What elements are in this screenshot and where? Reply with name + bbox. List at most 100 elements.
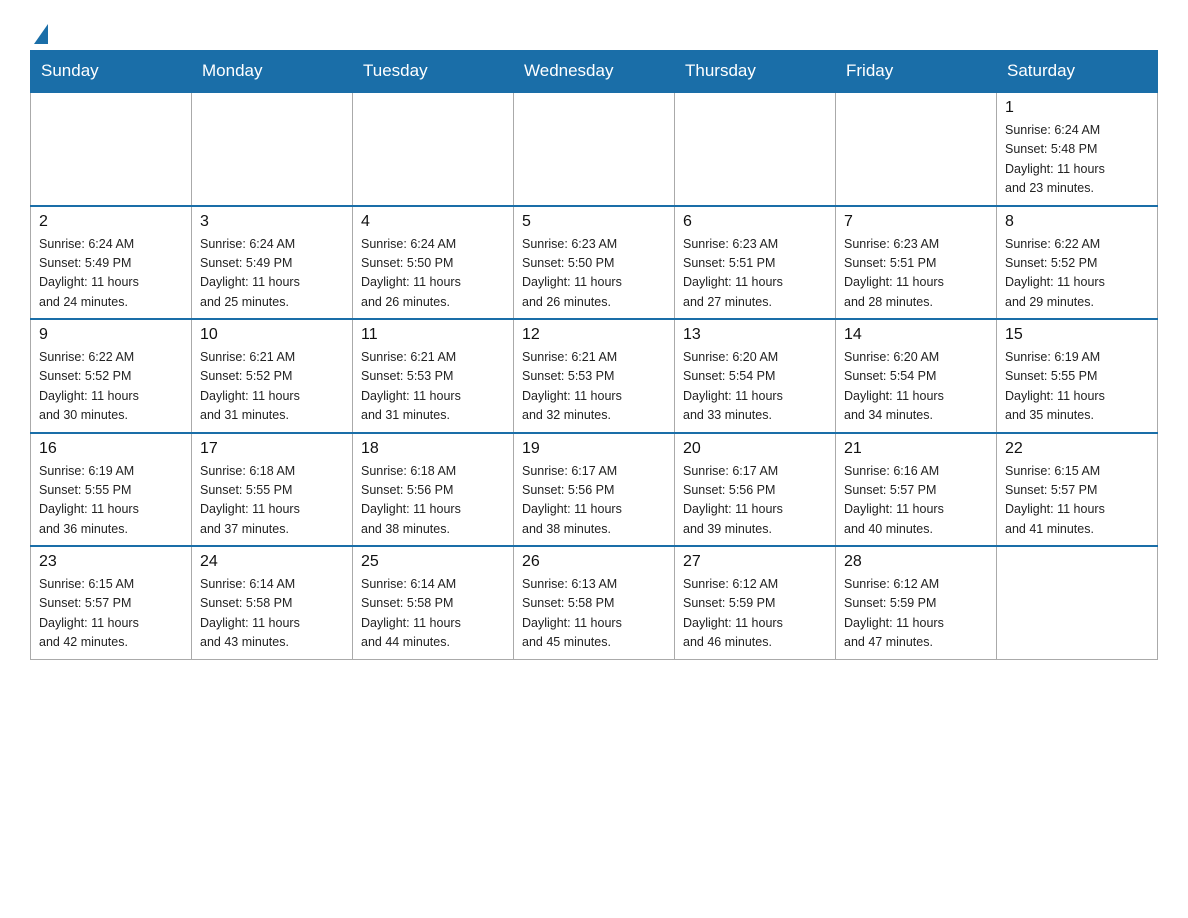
- header: [30, 24, 1158, 40]
- day-info: Sunrise: 6:20 AM Sunset: 5:54 PM Dayligh…: [683, 348, 827, 426]
- calendar-cell: [31, 92, 192, 206]
- day-number: 1: [1005, 99, 1149, 117]
- day-number: 27: [683, 553, 827, 571]
- day-number: 3: [200, 213, 344, 231]
- calendar-cell: 20 Sunrise: 6:17 AM Sunset: 5:56 PM Dayli…: [675, 433, 836, 547]
- day-number: 16: [39, 440, 183, 458]
- day-number: 5: [522, 213, 666, 231]
- day-number: 11: [361, 326, 505, 344]
- logo-triangle-icon: [34, 24, 48, 44]
- day-number: 28: [844, 553, 988, 571]
- calendar-cell: [675, 92, 836, 206]
- calendar-cell: 9 Sunrise: 6:22 AM Sunset: 5:52 PM Daylig…: [31, 319, 192, 433]
- day-info: Sunrise: 6:23 AM Sunset: 5:51 PM Dayligh…: [844, 235, 988, 313]
- day-header-monday: Monday: [192, 51, 353, 93]
- day-number: 24: [200, 553, 344, 571]
- day-info: Sunrise: 6:24 AM Sunset: 5:50 PM Dayligh…: [361, 235, 505, 313]
- day-info: Sunrise: 6:13 AM Sunset: 5:58 PM Dayligh…: [522, 575, 666, 653]
- day-header-tuesday: Tuesday: [353, 51, 514, 93]
- calendar-cell: 4 Sunrise: 6:24 AM Sunset: 5:50 PM Daylig…: [353, 206, 514, 320]
- calendar-cell: 21 Sunrise: 6:16 AM Sunset: 5:57 PM Dayli…: [836, 433, 997, 547]
- day-header-friday: Friday: [836, 51, 997, 93]
- day-number: 18: [361, 440, 505, 458]
- day-info: Sunrise: 6:17 AM Sunset: 5:56 PM Dayligh…: [522, 462, 666, 540]
- day-number: 7: [844, 213, 988, 231]
- week-row-4: 23 Sunrise: 6:15 AM Sunset: 5:57 PM Dayli…: [31, 546, 1158, 659]
- day-info: Sunrise: 6:21 AM Sunset: 5:53 PM Dayligh…: [361, 348, 505, 426]
- logo: [30, 24, 48, 40]
- day-number: 17: [200, 440, 344, 458]
- calendar-cell: 17 Sunrise: 6:18 AM Sunset: 5:55 PM Dayli…: [192, 433, 353, 547]
- day-number: 23: [39, 553, 183, 571]
- calendar-cell: 23 Sunrise: 6:15 AM Sunset: 5:57 PM Dayli…: [31, 546, 192, 659]
- day-info: Sunrise: 6:21 AM Sunset: 5:53 PM Dayligh…: [522, 348, 666, 426]
- calendar-cell: 27Sunrise: 6:12 AM Sunset: 5:59 PM Dayli…: [675, 546, 836, 659]
- day-number: 26: [522, 553, 666, 571]
- calendar-cell: 3 Sunrise: 6:24 AM Sunset: 5:49 PM Daylig…: [192, 206, 353, 320]
- calendar-cell: 12 Sunrise: 6:21 AM Sunset: 5:53 PM Dayli…: [514, 319, 675, 433]
- day-header-wednesday: Wednesday: [514, 51, 675, 93]
- day-header-saturday: Saturday: [997, 51, 1158, 93]
- day-number: 12: [522, 326, 666, 344]
- day-info: Sunrise: 6:22 AM Sunset: 5:52 PM Dayligh…: [1005, 235, 1149, 313]
- calendar-cell: 6Sunrise: 6:23 AM Sunset: 5:51 PM Daylig…: [675, 206, 836, 320]
- day-number: 19: [522, 440, 666, 458]
- week-row-2: 9 Sunrise: 6:22 AM Sunset: 5:52 PM Daylig…: [31, 319, 1158, 433]
- calendar-cell: 24 Sunrise: 6:14 AM Sunset: 5:58 PM Dayli…: [192, 546, 353, 659]
- calendar-cell: 25Sunrise: 6:14 AM Sunset: 5:58 PM Dayli…: [353, 546, 514, 659]
- calendar-cell: 14Sunrise: 6:20 AM Sunset: 5:54 PM Dayli…: [836, 319, 997, 433]
- calendar-cell: 22 Sunrise: 6:15 AM Sunset: 5:57 PM Dayli…: [997, 433, 1158, 547]
- day-info: Sunrise: 6:16 AM Sunset: 5:57 PM Dayligh…: [844, 462, 988, 540]
- day-number: 21: [844, 440, 988, 458]
- day-info: Sunrise: 6:22 AM Sunset: 5:52 PM Dayligh…: [39, 348, 183, 426]
- day-number: 10: [200, 326, 344, 344]
- calendar-cell: 7 Sunrise: 6:23 AM Sunset: 5:51 PM Daylig…: [836, 206, 997, 320]
- day-number: 2: [39, 213, 183, 231]
- calendar-cell: 28 Sunrise: 6:12 AM Sunset: 5:59 PM Dayli…: [836, 546, 997, 659]
- calendar-cell: [514, 92, 675, 206]
- calendar-cell: 8 Sunrise: 6:22 AM Sunset: 5:52 PM Daylig…: [997, 206, 1158, 320]
- day-info: Sunrise: 6:19 AM Sunset: 5:55 PM Dayligh…: [39, 462, 183, 540]
- page: SundayMondayTuesdayWednesdayThursdayFrid…: [0, 0, 1188, 690]
- day-info: Sunrise: 6:18 AM Sunset: 5:56 PM Dayligh…: [361, 462, 505, 540]
- week-row-1: 2 Sunrise: 6:24 AM Sunset: 5:49 PM Daylig…: [31, 206, 1158, 320]
- day-number: 15: [1005, 326, 1149, 344]
- day-info: Sunrise: 6:14 AM Sunset: 5:58 PM Dayligh…: [200, 575, 344, 653]
- calendar-cell: 18 Sunrise: 6:18 AM Sunset: 5:56 PM Dayli…: [353, 433, 514, 547]
- calendar-cell: 11 Sunrise: 6:21 AM Sunset: 5:53 PM Dayli…: [353, 319, 514, 433]
- calendar-cell: 2 Sunrise: 6:24 AM Sunset: 5:49 PM Daylig…: [31, 206, 192, 320]
- day-info: Sunrise: 6:14 AM Sunset: 5:58 PM Dayligh…: [361, 575, 505, 653]
- day-info: Sunrise: 6:18 AM Sunset: 5:55 PM Dayligh…: [200, 462, 344, 540]
- day-info: Sunrise: 6:24 AM Sunset: 5:49 PM Dayligh…: [200, 235, 344, 313]
- calendar-cell: [353, 92, 514, 206]
- week-row-0: 1Sunrise: 6:24 AM Sunset: 5:48 PM Daylig…: [31, 92, 1158, 206]
- day-info: Sunrise: 6:15 AM Sunset: 5:57 PM Dayligh…: [1005, 462, 1149, 540]
- day-number: 9: [39, 326, 183, 344]
- day-info: Sunrise: 6:24 AM Sunset: 5:49 PM Dayligh…: [39, 235, 183, 313]
- calendar-header-row: SundayMondayTuesdayWednesdayThursdayFrid…: [31, 51, 1158, 93]
- calendar-cell: [836, 92, 997, 206]
- day-number: 8: [1005, 213, 1149, 231]
- calendar-cell: 13 Sunrise: 6:20 AM Sunset: 5:54 PM Dayli…: [675, 319, 836, 433]
- day-header-thursday: Thursday: [675, 51, 836, 93]
- calendar: SundayMondayTuesdayWednesdayThursdayFrid…: [30, 50, 1158, 660]
- calendar-cell: 16 Sunrise: 6:19 AM Sunset: 5:55 PM Dayli…: [31, 433, 192, 547]
- calendar-cell: [192, 92, 353, 206]
- day-info: Sunrise: 6:19 AM Sunset: 5:55 PM Dayligh…: [1005, 348, 1149, 426]
- day-number: 13: [683, 326, 827, 344]
- day-number: 20: [683, 440, 827, 458]
- day-number: 14: [844, 326, 988, 344]
- calendar-cell: 26 Sunrise: 6:13 AM Sunset: 5:58 PM Dayli…: [514, 546, 675, 659]
- day-info: Sunrise: 6:17 AM Sunset: 5:56 PM Dayligh…: [683, 462, 827, 540]
- day-number: 22: [1005, 440, 1149, 458]
- calendar-cell: 5Sunrise: 6:23 AM Sunset: 5:50 PM Daylig…: [514, 206, 675, 320]
- calendar-cell: 15 Sunrise: 6:19 AM Sunset: 5:55 PM Dayli…: [997, 319, 1158, 433]
- day-number: 4: [361, 213, 505, 231]
- day-info: Sunrise: 6:12 AM Sunset: 5:59 PM Dayligh…: [844, 575, 988, 653]
- calendar-cell: 1Sunrise: 6:24 AM Sunset: 5:48 PM Daylig…: [997, 92, 1158, 206]
- day-number: 6: [683, 213, 827, 231]
- day-info: Sunrise: 6:15 AM Sunset: 5:57 PM Dayligh…: [39, 575, 183, 653]
- calendar-cell: 19 Sunrise: 6:17 AM Sunset: 5:56 PM Dayli…: [514, 433, 675, 547]
- week-row-3: 16 Sunrise: 6:19 AM Sunset: 5:55 PM Dayli…: [31, 433, 1158, 547]
- logo-top: [30, 24, 48, 44]
